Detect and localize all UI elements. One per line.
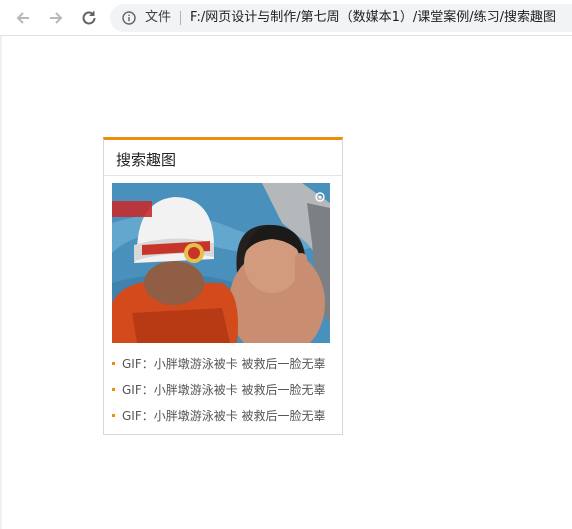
bullet-icon bbox=[112, 362, 115, 365]
address-separator bbox=[180, 11, 181, 25]
list-item[interactable]: GIF：小胖墩游泳被卡 被救后一脸无辜 bbox=[112, 351, 336, 377]
info-icon[interactable] bbox=[122, 11, 136, 25]
widget-divider bbox=[104, 175, 342, 176]
arrow-right-icon bbox=[50, 12, 63, 24]
reload-icon bbox=[82, 11, 96, 25]
list-item[interactable]: GIF：小胖墩游泳被卡 被救后一脸无辜 bbox=[112, 403, 336, 429]
address-bar[interactable]: 文件 F:/网页设计与制作/第七周（数媒本1）/课堂案例/练习/搜索趣图 bbox=[110, 4, 572, 32]
address-scheme-label: 文件 bbox=[145, 10, 172, 25]
bullet-icon bbox=[112, 414, 115, 417]
list-item-link[interactable]: GIF：小胖墩游泳被卡 被救后一脸无辜 bbox=[122, 409, 326, 423]
list-item[interactable]: GIF：小胖墩游泳被卡 被救后一脸无辜 bbox=[112, 377, 336, 403]
browser-toolbar: 文件 F:/网页设计与制作/第七周（数媒本1）/课堂案例/练习/搜索趣图 bbox=[0, 0, 572, 36]
reload-button[interactable] bbox=[78, 7, 100, 29]
page-left-edge bbox=[0, 36, 2, 529]
back-button[interactable] bbox=[12, 7, 34, 29]
list-item-link[interactable]: GIF：小胖墩游泳被卡 被救后一脸无辜 bbox=[122, 383, 326, 397]
widget-title: 搜索趣图 bbox=[116, 151, 177, 169]
gif-thumbnail-illustration bbox=[112, 183, 330, 343]
list-item-link[interactable]: GIF：小胖墩游泳被卡 被救后一脸无辜 bbox=[122, 357, 326, 371]
bullet-icon bbox=[112, 388, 115, 391]
forward-button[interactable] bbox=[45, 7, 67, 29]
gif-list: GIF：小胖墩游泳被卡 被救后一脸无辜 GIF：小胖墩游泳被卡 被救后一脸无辜 … bbox=[112, 351, 336, 429]
gif-thumbnail[interactable] bbox=[112, 183, 330, 343]
address-url[interactable]: F:/网页设计与制作/第七周（数媒本1）/课堂案例/练习/搜索趣图 bbox=[190, 10, 556, 26]
fun-images-widget: 搜索趣图 GIF：小胖墩游泳被卡 被救后一脸无辜 GIF：小胖墩游泳被卡 被救后… bbox=[103, 137, 343, 435]
arrow-left-icon bbox=[16, 12, 29, 24]
